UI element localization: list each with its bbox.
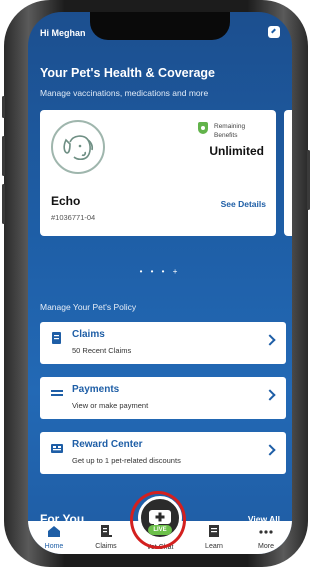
chat-bubble-icon[interactable] bbox=[268, 26, 280, 38]
notch bbox=[90, 12, 230, 40]
card-icon bbox=[51, 390, 63, 396]
tab-learn[interactable]: Learn bbox=[188, 521, 240, 554]
tab-learn-label: Learn bbox=[205, 543, 223, 550]
claims-card[interactable]: Claims 50 Recent Claims bbox=[40, 322, 286, 364]
tab-more[interactable]: More bbox=[240, 521, 292, 554]
pet-avatar bbox=[51, 120, 105, 174]
carousel-indicator[interactable]: • • • + bbox=[28, 267, 292, 276]
page-title: Your Pet's Health & Coverage bbox=[40, 66, 216, 80]
volume-down-button bbox=[2, 184, 5, 224]
payments-card[interactable]: Payments View or make payment bbox=[40, 377, 286, 419]
chevron-right-icon bbox=[264, 334, 276, 346]
shield-icon bbox=[198, 122, 208, 134]
benefit-value: Unlimited bbox=[209, 144, 264, 158]
highlight-ring bbox=[130, 491, 186, 549]
pet-id: #1036771-04 bbox=[51, 213, 96, 222]
power-button bbox=[307, 150, 310, 210]
app-screen: Hi Meghan Your Pet's Health & Coverage M… bbox=[28, 12, 292, 554]
claims-subtitle: 50 Recent Claims bbox=[72, 346, 132, 355]
next-pet-card[interactable] bbox=[284, 110, 292, 236]
tab-claims[interactable]: Claims bbox=[80, 521, 132, 554]
dog-icon bbox=[63, 135, 94, 161]
more-icon bbox=[259, 530, 273, 534]
document-icon bbox=[52, 332, 61, 344]
payments-title: Payments bbox=[72, 384, 120, 395]
mute-switch bbox=[2, 96, 5, 118]
chevron-right-icon bbox=[264, 444, 276, 456]
claims-icon bbox=[101, 525, 112, 537]
chevron-right-icon bbox=[264, 389, 276, 401]
tab-claims-label: Claims bbox=[95, 543, 117, 550]
learn-icon bbox=[209, 525, 219, 537]
tab-home[interactable]: Home bbox=[28, 521, 80, 554]
greeting: Hi Meghan bbox=[40, 28, 86, 38]
reward-center-card[interactable]: Reward Center Get up to 1 pet-related di… bbox=[40, 432, 286, 474]
pet-card[interactable]: Remaining Benefits Unlimited Echo #10367… bbox=[40, 110, 276, 236]
pet-name: Echo bbox=[51, 194, 81, 208]
remaining-benefits-label: Remaining Benefits bbox=[214, 123, 246, 139]
tab-more-label: More bbox=[258, 543, 274, 550]
see-details-link[interactable]: See Details bbox=[221, 199, 266, 209]
payments-subtitle: View or make payment bbox=[72, 401, 149, 410]
gift-icon bbox=[51, 444, 63, 453]
policy-section-label: Manage Your Pet's Policy bbox=[40, 302, 137, 312]
reward-center-title: Reward Center bbox=[72, 439, 143, 450]
page-subtitle: Manage vaccinations, medications and mor… bbox=[40, 88, 209, 98]
volume-up-button bbox=[2, 136, 5, 176]
home-icon bbox=[48, 526, 60, 537]
reward-center-subtitle: Get up to 1 pet-related discounts bbox=[72, 456, 181, 465]
claims-title: Claims bbox=[72, 329, 105, 340]
tab-home-label: Home bbox=[44, 543, 64, 550]
